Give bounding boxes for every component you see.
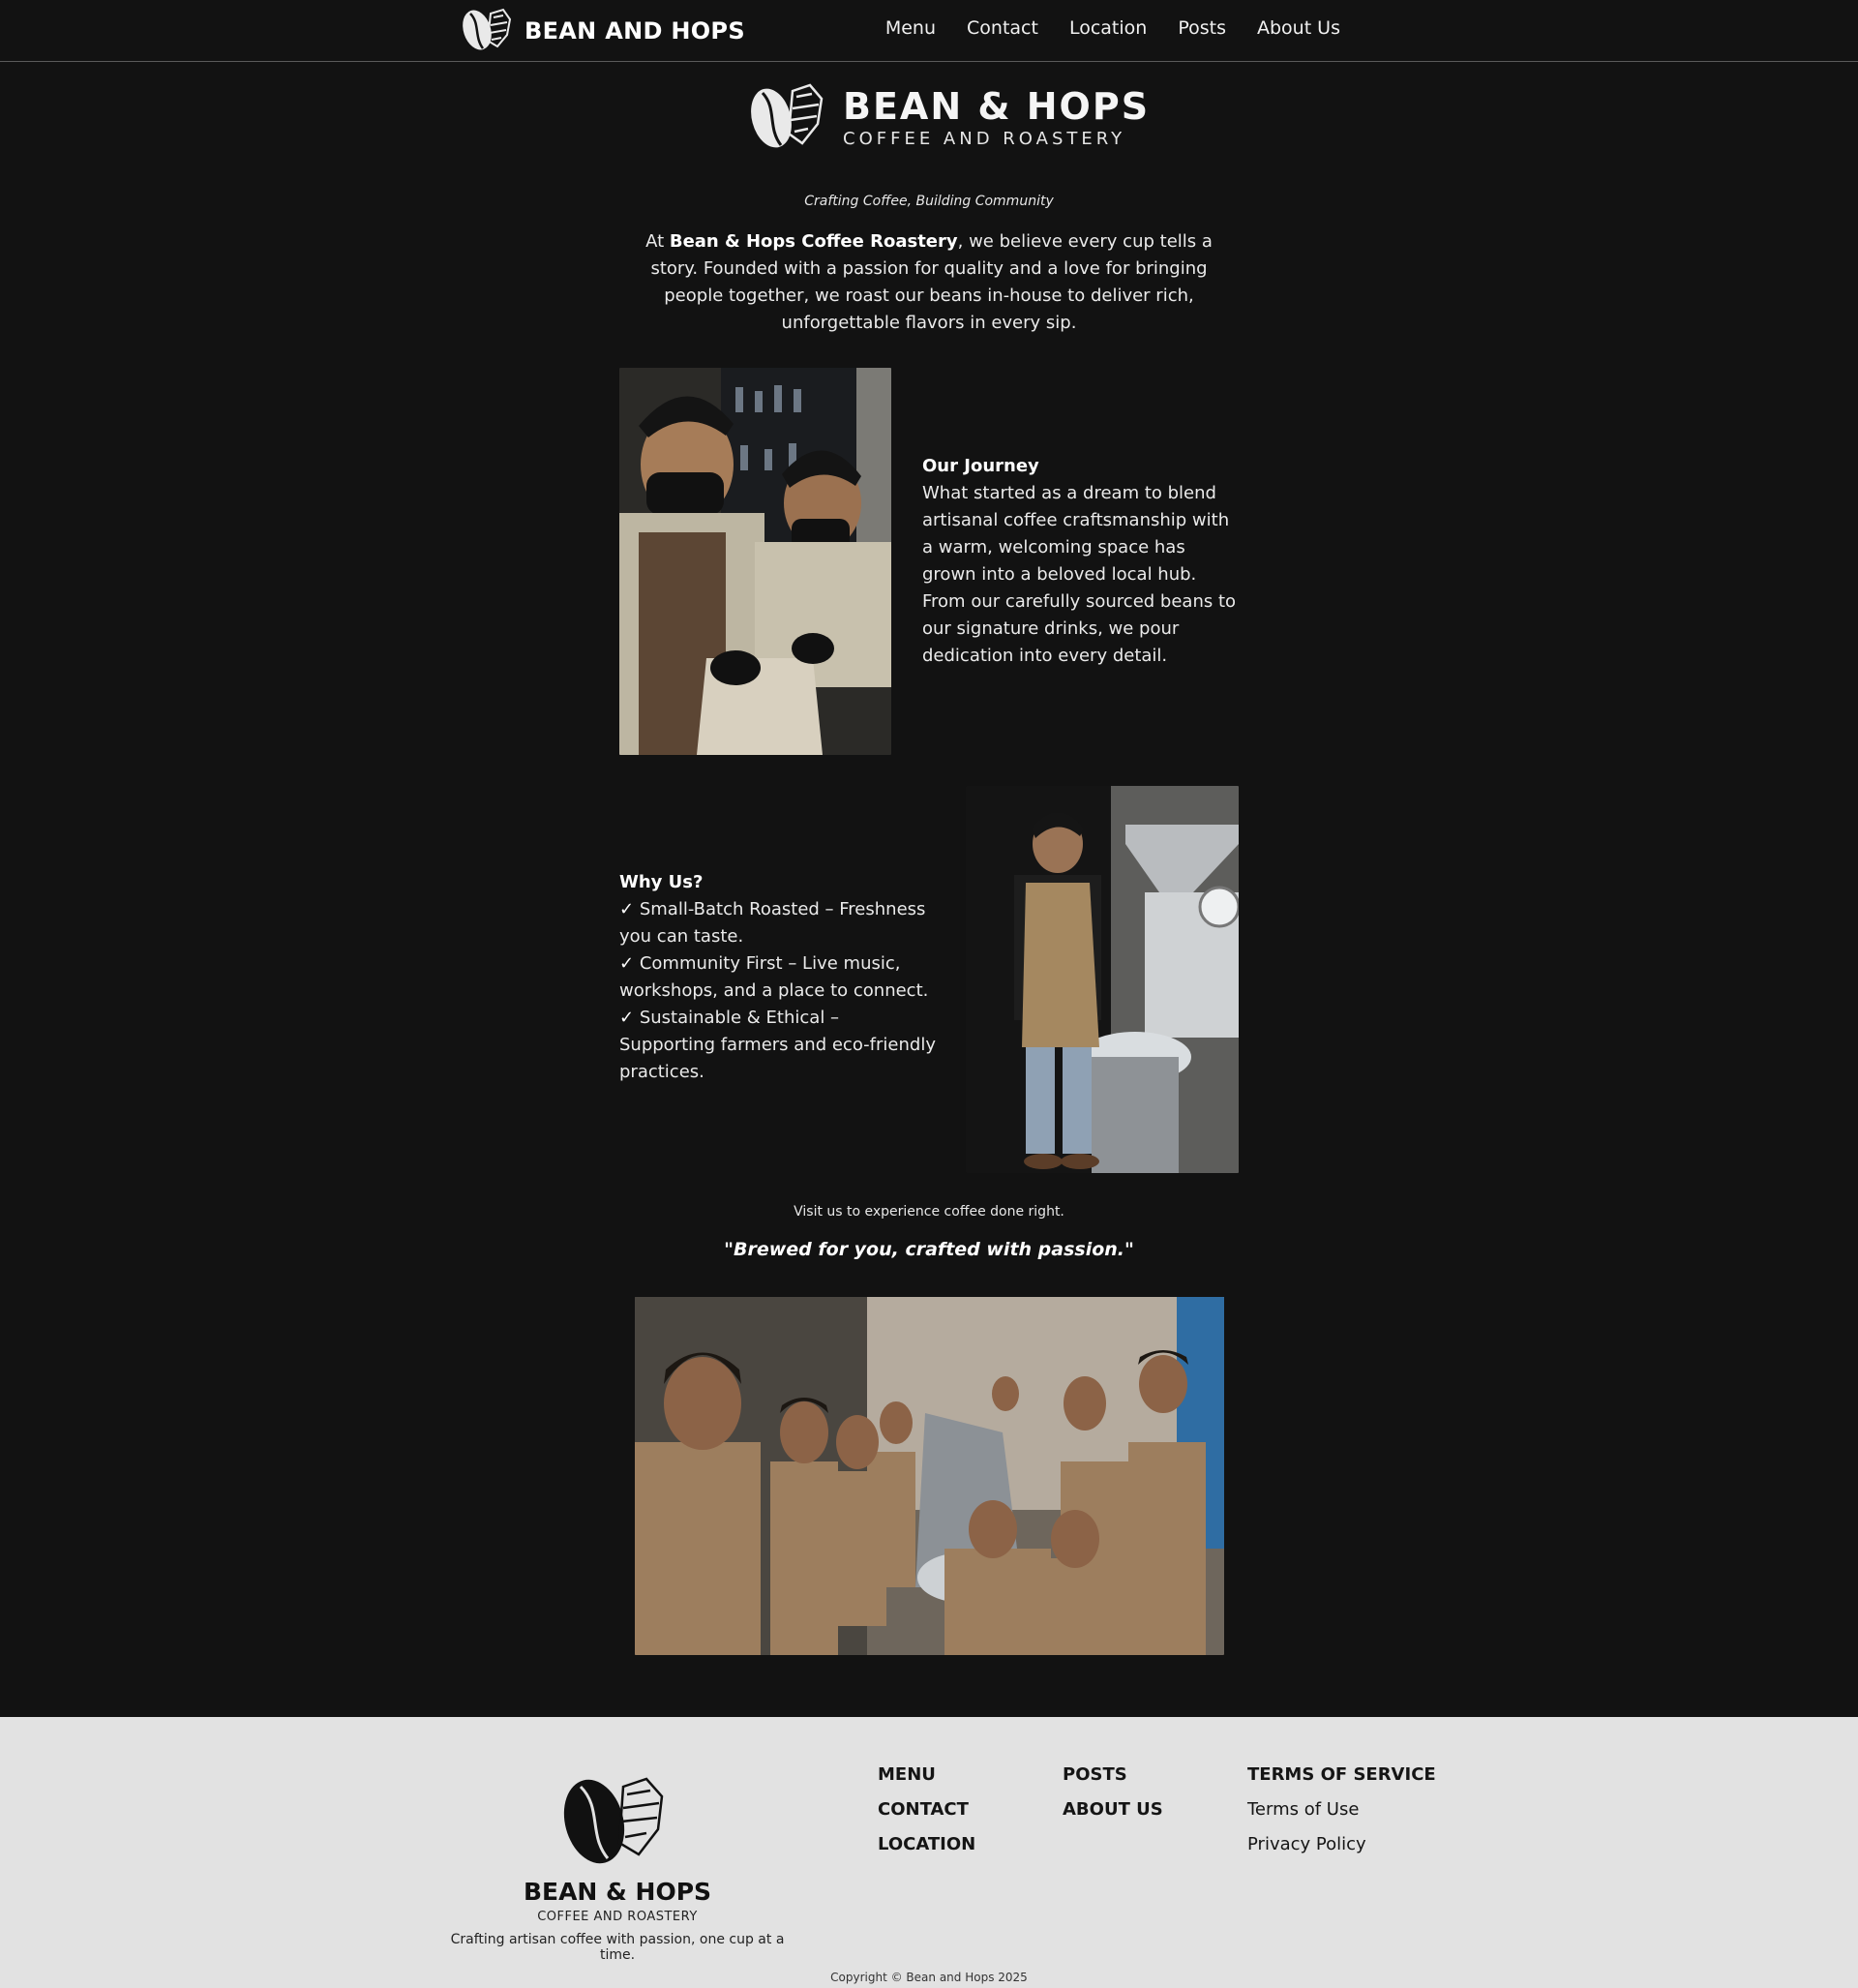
brand-quote: "Brewed for you, crafted with passion." [724,1239,1134,1260]
our-journey-heading: Our Journey [922,456,1039,476]
our-journey-section: Our Journey What started as a dream to b… [922,453,1242,670]
our-journey-body: What started as a dream to blend artisan… [922,483,1237,666]
coffee-bean-hop-logo-icon [459,6,515,56]
hero-coffee-bean-hop-icon [746,81,829,155]
why-us-heading: Why Us? [619,872,704,892]
footer-nav-column-1: MENU CONTACT LOCATION [878,1758,975,1862]
footer-nav-column-3: TERMS OF SERVICE Terms of Use Privacy Po… [1247,1758,1436,1862]
visit-us-text: Visit us to experience coffee done right… [794,1204,1064,1220]
roaster-machine-photo [966,786,1239,1173]
footer-link-terms-of-service[interactable]: TERMS OF SERVICE [1247,1758,1436,1792]
nav-location[interactable]: Location [1069,17,1147,39]
nav-contact[interactable]: Contact [967,17,1038,39]
checkmark-icon: ✓ [619,899,635,919]
why-us-item: ✓ Community First – Live music, workshop… [619,950,939,1005]
footer-link-posts[interactable]: POSTS [1063,1758,1163,1792]
footer-link-terms-of-use[interactable]: Terms of Use [1247,1792,1436,1827]
footer-link-location[interactable]: LOCATION [878,1827,975,1862]
why-us-item-text: Community First – Live music, workshops,… [619,953,929,1001]
checkmark-icon: ✓ [619,1008,635,1028]
footer-link-about-us[interactable]: ABOUT US [1063,1792,1163,1827]
copyright-text: Copyright © Bean and Hops 2025 [830,1971,1028,1984]
footer-brand: BEAN & HOPS COFFEE AND ROASTERY Crafting… [432,1878,803,1963]
hero-subtitle: COFFEE AND ROASTERY [843,128,1126,149]
nav-about-us[interactable]: About Us [1257,17,1340,39]
footer-brand-title: BEAN & HOPS [523,1878,712,1906]
hero-logo: BEAN & HOPS COFFEE AND ROASTERY [746,81,1150,155]
why-us-item-text: Sustainable & Ethical – Supporting farme… [619,1008,936,1082]
top-navigation-bar: BEAN AND HOPS Menu Contact Location Post… [0,0,1858,62]
footer-brand-description: Crafting artisan coffee with passion, on… [450,1932,785,1963]
why-us-item: ✓ Sustainable & Ethical – Supporting far… [619,1005,939,1086]
baristas-working-photo [619,368,891,755]
nav-menu[interactable]: Menu [885,17,936,39]
hero-title: BEAN & HOPS [843,84,1151,128]
intro-bold: Bean & Hops Coffee Roastery [669,231,958,252]
nav-posts[interactable]: Posts [1178,17,1226,39]
footer-coffee-bean-hop-icon [561,1773,674,1868]
intro-prefix: At [645,231,670,252]
checkmark-icon: ✓ [619,953,635,974]
footer-link-contact[interactable]: CONTACT [878,1792,975,1827]
site-footer: BEAN & HOPS COFFEE AND ROASTERY Crafting… [0,1717,1858,1988]
footer-link-menu[interactable]: MENU [878,1758,975,1792]
why-us-item-text: Small-Batch Roasted – Freshness you can … [619,899,926,947]
footer-link-privacy-policy[interactable]: Privacy Policy [1247,1827,1436,1862]
header-brand[interactable]: BEAN AND HOPS [459,8,745,54]
team-group-photo [635,1297,1224,1655]
why-us-item: ✓ Small-Batch Roasted – Freshness you ca… [619,896,939,950]
hero-wordmark: BEAN & HOPS COFFEE AND ROASTERY [843,88,1150,149]
why-us-section: Why Us? ✓ Small-Batch Roasted – Freshnes… [619,869,939,1086]
hero-tagline: Crafting Coffee, Building Community [804,194,1054,209]
header-brand-name: BEAN AND HOPS [524,17,745,45]
intro-paragraph: At Bean & Hops Coffee Roastery, we belie… [629,228,1229,337]
main-nav: Menu Contact Location Posts About Us [885,17,1340,39]
footer-nav-column-2: POSTS ABOUT US [1063,1758,1163,1827]
footer-brand-subtitle: COFFEE AND ROASTERY [537,1910,698,1924]
